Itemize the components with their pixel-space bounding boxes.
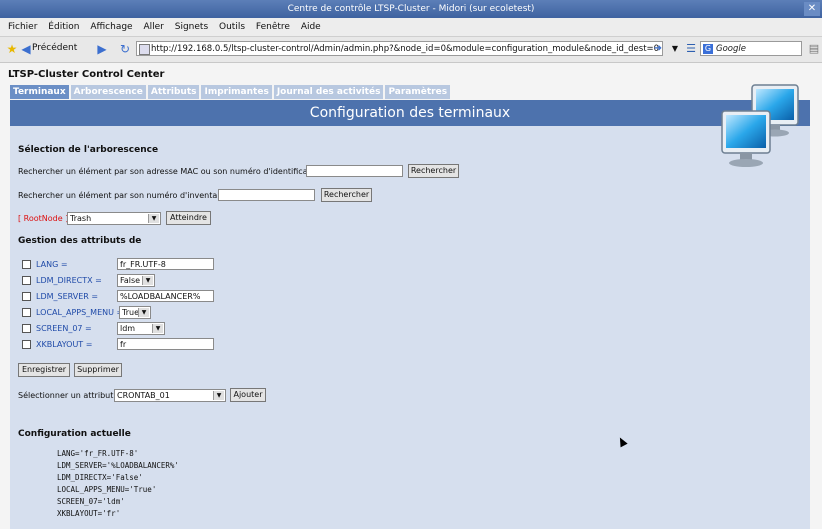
app-title: LTSP-Cluster Control Center <box>8 69 165 80</box>
node-select[interactable]: Trash ▼ <box>67 212 161 225</box>
inventory-search-button[interactable]: Rechercher <box>321 188 372 202</box>
tab-imprimantes[interactable]: Imprimantes <box>201 85 272 99</box>
menu-fenetre[interactable]: Fenêtre <box>256 18 290 36</box>
menu-edition[interactable]: Édition <box>48 18 79 36</box>
config-line: XKBLAYOUT='fr' <box>57 509 121 518</box>
menu-bar: Fichier Édition Affichage Aller Signets … <box>0 18 822 37</box>
mac-search-button[interactable]: Rechercher <box>408 164 459 178</box>
config-line: LDM_DIRECTX='False' <box>57 473 143 482</box>
chevron-down-icon: ▼ <box>148 214 159 223</box>
config-line: SCREEN_07='ldm' <box>57 497 125 506</box>
chevron-down-icon: ▼ <box>152 324 163 333</box>
goto-button[interactable]: Atteindre <box>166 211 211 225</box>
url-text: http://192.168.0.5/ltsp-cluster-control/… <box>151 44 660 54</box>
search-engine-label: Google <box>716 44 746 54</box>
root-node-label[interactable]: [ RootNode ] <box>18 214 68 223</box>
menu-outils[interactable]: Outils <box>219 18 245 36</box>
url-field[interactable]: http://192.168.0.5/ltsp-cluster-control/… <box>136 41 663 56</box>
attr-label-local-apps-menu: LOCAL_APPS_MENU = <box>36 308 124 317</box>
back-button-label[interactable]: Précédent <box>32 43 77 53</box>
attribute-select-value: CRONTAB_01 <box>117 391 170 400</box>
close-icon[interactable]: ✕ <box>804 2 820 16</box>
attr-checkbox-xkblayout[interactable] <box>22 340 31 349</box>
attributes-title: Gestion des attributs de <box>18 236 142 246</box>
reload-icon[interactable]: ↻ <box>117 41 133 57</box>
menu-aide[interactable]: Aide <box>301 18 321 36</box>
attr-label-xkblayout: XKBLAYOUT = <box>36 340 93 349</box>
add-button[interactable]: Ajouter <box>230 388 266 402</box>
url-dropdown-chevron-icon[interactable]: ▼ <box>667 41 683 57</box>
tab-arborescence[interactable]: Arborescence <box>70 85 146 99</box>
attribute-select[interactable]: CRONTAB_01 ▼ <box>114 389 226 402</box>
search-field[interactable]: G Google <box>700 41 802 56</box>
forward-arrow-icon[interactable]: ▶ <box>94 41 110 57</box>
attr-select-ldm-directx[interactable]: False ▼ <box>117 274 155 287</box>
menu-affichage[interactable]: Affichage <box>90 18 132 36</box>
attr-select-local-apps-menu-value: True <box>122 308 139 317</box>
inventory-search-input[interactable] <box>218 189 315 201</box>
content-panel: Sélection de l'arborescence Rechercher u… <box>10 126 810 529</box>
attr-select-local-apps-menu[interactable]: True ▼ <box>119 306 151 319</box>
tab-bar: Terminaux Arborescence Attributs Imprimante… <box>10 85 452 99</box>
attr-checkbox-lang[interactable] <box>22 260 31 269</box>
node-select-value: Trash <box>70 214 92 223</box>
tab-attributs[interactable]: Attributs <box>147 85 200 99</box>
menu-fichier[interactable]: Fichier <box>8 18 37 36</box>
delete-button[interactable]: Supprimer <box>74 363 122 377</box>
window-titlebar: Centre de contrôle LTSP-Cluster - Midori… <box>0 0 822 18</box>
config-line: LANG='fr_FR.UTF-8' <box>57 449 139 458</box>
attr-input-lang[interactable]: fr_FR.UTF-8 <box>117 258 214 270</box>
chevron-down-icon: ▼ <box>138 308 149 317</box>
mac-search-input[interactable] <box>306 165 403 177</box>
attr-label-screen-07: SCREEN_07 = <box>36 324 92 333</box>
attribute-select-label: Sélectionner un attribut : <box>18 391 119 400</box>
sidebar-panel-icon[interactable]: ▤ <box>806 41 822 57</box>
menu-signets[interactable]: Signets <box>175 18 208 36</box>
attr-checkbox-local-apps-menu[interactable] <box>22 308 31 317</box>
attr-label-lang: LANG = <box>36 260 68 269</box>
attr-select-screen-07-value: ldm <box>120 324 136 333</box>
menu-aller[interactable]: Aller <box>143 18 163 36</box>
attr-input-ldm-server[interactable]: %LOADBALANCER% <box>117 290 214 302</box>
tab-terminaux[interactable]: Terminaux <box>10 85 69 99</box>
attr-label-ldm-server: LDM_SERVER = <box>36 292 99 301</box>
attr-checkbox-ldm-directx[interactable] <box>22 276 31 285</box>
tab-parametres[interactable]: Paramètres <box>385 85 451 99</box>
attr-input-xkblayout[interactable]: fr <box>117 338 214 350</box>
monitors-logo-icon <box>721 84 799 167</box>
window-title: Centre de contrôle LTSP-Cluster - Midori… <box>287 4 535 14</box>
attr-select-screen-07[interactable]: ldm ▼ <box>117 322 165 335</box>
inventory-search-label: Rechercher un élément par son numéro d'i… <box>18 191 231 200</box>
tab-journal[interactable]: Journal des activités <box>273 85 384 99</box>
app-content: LTSP-Cluster Control Center Terminaux Arb… <box>0 63 822 529</box>
attr-checkbox-screen-07[interactable] <box>22 324 31 333</box>
current-config-title: Configuration actuelle <box>18 429 131 439</box>
feed-icon[interactable]: ☰ <box>683 41 699 57</box>
chevron-down-icon: ▼ <box>213 391 224 400</box>
config-line: LOCAL_APPS_MENU='True' <box>57 485 157 494</box>
navigation-toolbar: ★ ◀ Précédent ▶ ↻ http://192.168.0.5/lts… <box>0 37 822 63</box>
google-icon: G <box>703 44 713 54</box>
attr-label-ldm-directx: LDM_DIRECTX = <box>36 276 102 285</box>
attr-checkbox-ldm-server[interactable] <box>22 292 31 301</box>
page-header: Configuration des terminaux <box>10 100 810 126</box>
mac-search-label: Rechercher un élément par son adresse MA… <box>18 167 323 176</box>
go-arrow-icon[interactable]: ➜ <box>650 41 666 57</box>
save-button[interactable]: Enregistrer <box>18 363 70 377</box>
page-favicon-icon <box>139 44 150 55</box>
chevron-down-icon: ▼ <box>142 276 153 285</box>
config-line: LDM_SERVER='%LOADBALANCER%' <box>57 461 179 470</box>
attr-select-ldm-directx-value: False <box>120 276 141 285</box>
tree-selection-title: Sélection de l'arborescence <box>18 145 159 155</box>
